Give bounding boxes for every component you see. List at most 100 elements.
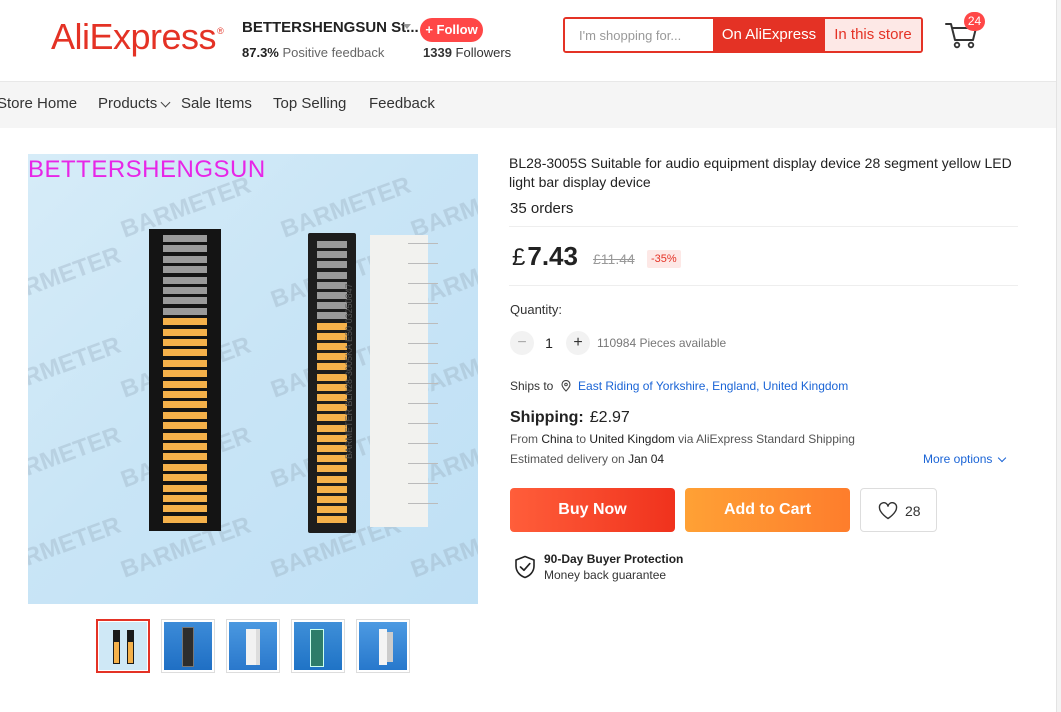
led-pin [408,243,438,244]
followers-number: 1339 [423,45,452,60]
nav-sale-items[interactable]: Sale Items [181,95,252,112]
price-value: 7.43 [527,241,578,271]
led-segment [163,266,207,274]
led-segment [163,276,207,284]
add-to-cart-button[interactable]: Add to Cart [685,488,850,532]
led-bar-front [149,229,221,531]
quantity-input[interactable]: 1 [538,335,560,351]
search-bar: On AliExpress In this store [563,17,923,53]
followers-count: 1339 Followers [423,45,511,60]
thumbnail-2[interactable] [161,619,215,673]
led-pin [408,403,438,404]
quantity-decrease-button[interactable]: − [510,331,534,355]
led-segment [163,287,207,294]
shipping-cost: Shipping: £2.97 [510,409,630,427]
thumbnail-5[interactable] [356,619,410,673]
watermark-text: BARMETER [28,331,125,404]
led-segment [163,297,207,305]
thumbnail-strip [96,619,416,673]
logo-text: AliExpress [51,16,217,57]
led-segment [163,391,207,398]
led-segment [317,241,347,248]
wishlist-button[interactable]: 28 [860,488,937,532]
led-segment [317,485,347,493]
led-segment [163,318,207,326]
led-segment [317,506,347,514]
store-menu-caret-icon[interactable] [403,24,411,29]
current-price: £7.43 [512,241,578,272]
thumbnail-1[interactable] [96,619,150,673]
led-segment [163,505,207,513]
quantity-increase-button[interactable]: + [566,331,590,355]
more-options-label: More options [923,452,993,466]
led-segment [163,453,207,461]
led-segment [163,255,207,263]
eta-label: Estimated delivery on [510,452,625,466]
store-name-link[interactable]: BETTERSHENGSUN St... [242,19,419,36]
ships-to-row: Ships to East Riding of Yorkshire, Engla… [510,379,848,393]
shield-check-icon [515,555,535,579]
ships-to-label: Ships to [510,379,554,393]
led-segment [163,370,207,378]
more-shipping-options-link[interactable]: More options [923,452,1007,466]
buy-now-button[interactable]: Buy Now [510,488,675,532]
from-country: China [541,432,573,446]
search-aliexpress-button[interactable]: On AliExpress [713,19,825,51]
device-print: BARMETER BLN28-3005KA E50 03250847 [344,283,354,459]
product-main-image[interactable]: BARMETER BARMETER BARMETER BARMETER BARMETER… [28,154,478,604]
watermark-text: BARMETER [28,421,125,494]
led-segment [317,292,347,299]
page-scrollbar[interactable] [1056,0,1061,712]
nav-products[interactable]: Products [98,95,171,112]
feedback-label: Positive feedback [282,45,385,60]
led-segment [163,422,207,430]
divider [509,285,1018,286]
ships-to-location-link[interactable]: East Riding of Yorkshire, England, Unite… [578,379,848,393]
thumbnail-3[interactable] [226,619,280,673]
location-pin-icon [561,380,571,392]
to-label: to [576,432,587,446]
led-segment [163,443,207,450]
led-pin [408,483,438,484]
led-pin [408,283,438,284]
store-feedback: 87.3% Positive feedback [242,45,384,60]
led-segment [163,484,207,492]
led-segment [163,495,207,502]
shipping-route: From China to United Kingdom via AliExpr… [510,432,855,446]
led-segment [163,307,207,315]
led-segment [317,434,347,442]
aliexpress-logo[interactable]: AliExpress® [51,16,224,58]
led-segment [317,353,347,361]
led-segment [317,445,347,452]
nav-products-label: Products [98,95,158,112]
watermark-text: BARMETER [28,511,125,584]
nav-store-home[interactable]: Store Home [0,95,77,112]
led-pin [408,463,438,464]
led-segment [317,424,347,432]
search-input[interactable] [565,19,713,51]
follow-button[interactable]: + Follow [420,18,483,42]
nav-top-selling[interactable]: Top Selling [273,95,346,112]
pieces-available: 110984 Pieces available [597,336,727,350]
heart-icon [878,502,898,520]
thumbnail-4[interactable] [291,619,345,673]
led-segment [317,414,347,422]
watermark-text: BARMETER [28,241,125,314]
led-pin [408,323,438,324]
eta-date: Jan 04 [628,452,665,466]
led-segment [163,349,207,357]
led-segment [163,339,207,346]
led-segment [317,332,347,340]
nav-feedback[interactable]: Feedback [369,95,435,112]
led-segment [317,455,347,463]
led-segment [317,496,347,503]
led-pin [408,383,438,384]
search-store-button[interactable]: In this store [825,19,921,51]
divider [509,226,1018,227]
led-segment [317,475,347,483]
led-segment [317,394,347,401]
led-segment [163,515,207,523]
chevron-down-icon [998,453,1007,463]
led-pin [408,423,438,424]
led-segment [163,380,207,388]
